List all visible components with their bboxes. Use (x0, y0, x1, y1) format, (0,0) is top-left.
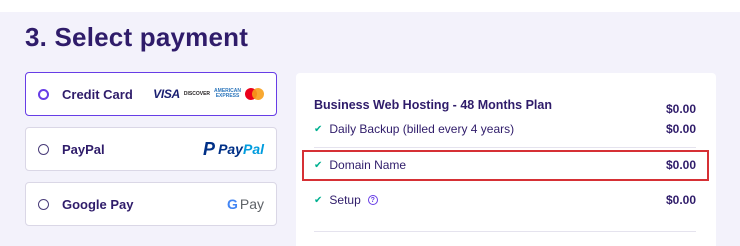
divider (314, 147, 696, 148)
payment-option-paypal[interactable]: PayPal P PayPal (25, 127, 277, 171)
radio-unselected-icon[interactable] (38, 198, 49, 210)
item-label: Setup (329, 193, 361, 207)
item-label: Domain Name (329, 158, 407, 172)
summary-item-row: ✔ Setup ? $0.00 (314, 193, 696, 207)
paypal-logo-icon: P PayPal (203, 138, 264, 159)
plan-name: Business Web Hosting - 48 Months Plan (314, 97, 552, 112)
divider (314, 231, 696, 232)
google-pay-logo-icon: G Pay (226, 196, 264, 212)
item-amount: $0.00 (665, 193, 696, 207)
payment-option-label: Google Pay (62, 196, 134, 212)
radio-unselected-icon[interactable] (38, 143, 49, 155)
summary-plan-row: Business Web Hosting - 48 Months Plan $0… (314, 93, 696, 117)
payment-option-label: Credit Card (62, 86, 133, 102)
help-icon[interactable]: ? (367, 195, 378, 205)
top-band (0, 0, 740, 12)
item-amount: $0.00 (665, 158, 696, 172)
payment-option-credit-card[interactable]: Credit Card VISA DISCOVER AMERICAN EXPRE… (25, 72, 277, 116)
payment-option-label: PayPal (62, 141, 105, 157)
checkmark-icon: ✔ (314, 194, 323, 206)
plan-amount: $0.00 (665, 102, 696, 116)
item-amount: $0.00 (665, 122, 696, 136)
visa-logo-icon: VISA (153, 87, 180, 101)
amex-logo-icon: AMERICAN EXPRESS (214, 88, 241, 99)
payment-option-google-pay[interactable]: Google Pay G Pay (25, 182, 277, 226)
discover-logo-icon: DISCOVER (183, 91, 211, 97)
summary-item-row: ✔ Daily Backup (billed every 4 years) $0… (314, 122, 696, 136)
radio-selected-icon[interactable] (38, 88, 49, 100)
mastercard-icon (245, 88, 264, 100)
card-logos: VISA DISCOVER AMERICAN EXPRESS (153, 87, 264, 101)
item-label: Daily Backup (billed every 4 years) (329, 122, 515, 136)
summary-item-row: ✔ Domain Name $0.00 (314, 158, 696, 172)
checkmark-icon: ✔ (314, 123, 323, 135)
checkmark-icon: ✔ (314, 159, 323, 171)
section-title: 3. Select payment (25, 22, 249, 52)
